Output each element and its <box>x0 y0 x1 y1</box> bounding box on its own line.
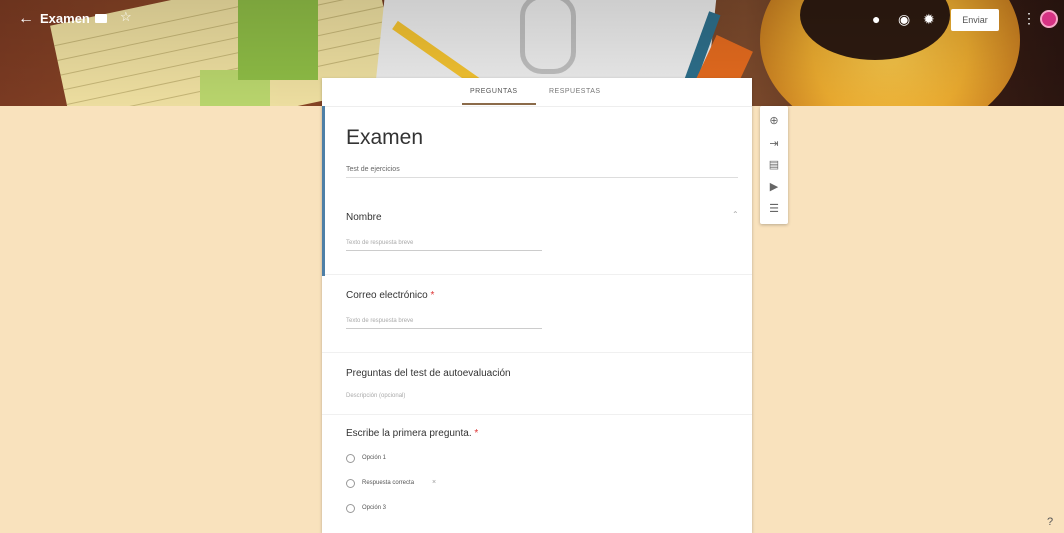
tab-responses[interactable]: RESPUESTAS <box>549 88 601 95</box>
arrow-left-icon[interactable]: ← <box>18 10 34 28</box>
tab-questions[interactable]: PREGUNTAS <box>470 88 518 95</box>
option-label[interactable]: Respuesta correcta <box>362 480 414 486</box>
form-name[interactable]: Examen <box>40 11 90 26</box>
section-description[interactable]: Descripción (opcional) <box>346 393 405 399</box>
add-title-icon[interactable]: ▤ <box>768 158 780 171</box>
radio-button[interactable] <box>346 504 355 513</box>
radio-button[interactable] <box>346 454 355 463</box>
remove-option-icon[interactable]: × <box>432 479 436 486</box>
answer-line <box>346 250 542 251</box>
avatar[interactable] <box>1040 10 1058 28</box>
radio-button[interactable] <box>346 479 355 488</box>
top-bar: ← Examen ☆ ● ◉ ✹ Enviar ⋮ <box>0 0 1064 40</box>
form-card: PREGUNTAS RESPUESTAS Examen Test de ejer… <box>322 78 752 533</box>
question-title[interactable]: Nombre <box>346 212 382 223</box>
answer-placeholder: Texto de respuesta breve <box>346 318 414 324</box>
question-title[interactable]: Correo electrónico * <box>346 290 434 301</box>
help-icon[interactable]: ? <box>1047 516 1053 528</box>
more-vert-icon[interactable]: ⋮ <box>1022 10 1036 27</box>
active-question-indicator <box>322 106 325 276</box>
add-video-icon[interactable]: ▶ <box>768 180 780 193</box>
eye-icon[interactable]: ◉ <box>898 11 910 28</box>
divider <box>322 352 752 353</box>
import-questions-icon[interactable]: ⇥ <box>768 137 780 150</box>
palette-icon[interactable]: ● <box>872 11 880 27</box>
tab-bar: PREGUNTAS RESPUESTAS <box>322 78 752 107</box>
answer-line <box>346 328 542 329</box>
star-icon[interactable]: ☆ <box>120 9 132 25</box>
option-label[interactable]: Opción 1 <box>362 455 386 461</box>
option-label[interactable]: Opción 3 <box>362 505 386 511</box>
page-title[interactable]: Examen <box>346 126 423 150</box>
divider <box>322 274 752 275</box>
section-title[interactable]: Preguntas del test de autoevaluación <box>346 368 511 379</box>
floating-toolbar: ⊕ ⇥ ▤ ▶ ☰ <box>760 106 788 224</box>
collapse-icon[interactable]: ⌃ <box>732 210 739 219</box>
answer-placeholder: Texto de respuesta breve <box>346 240 414 246</box>
divider <box>322 414 752 415</box>
form-description[interactable]: Test de ejercicios <box>346 166 400 173</box>
gear-icon[interactable]: ✹ <box>923 11 935 28</box>
folder-icon[interactable] <box>95 14 107 23</box>
send-button[interactable]: Enviar <box>951 9 999 31</box>
tab-indicator <box>462 103 536 105</box>
question-title-text: Escribe la primera pregunta. <box>346 428 472 439</box>
required-asterisk: * <box>474 428 479 439</box>
question-title[interactable]: Escribe la primera pregunta. * <box>346 428 478 439</box>
add-section-icon[interactable]: ☰ <box>768 202 780 215</box>
add-question-icon[interactable]: ⊕ <box>768 114 780 127</box>
required-asterisk: * <box>430 290 435 301</box>
question-title-text: Correo electrónico <box>346 290 428 301</box>
divider <box>346 177 738 178</box>
